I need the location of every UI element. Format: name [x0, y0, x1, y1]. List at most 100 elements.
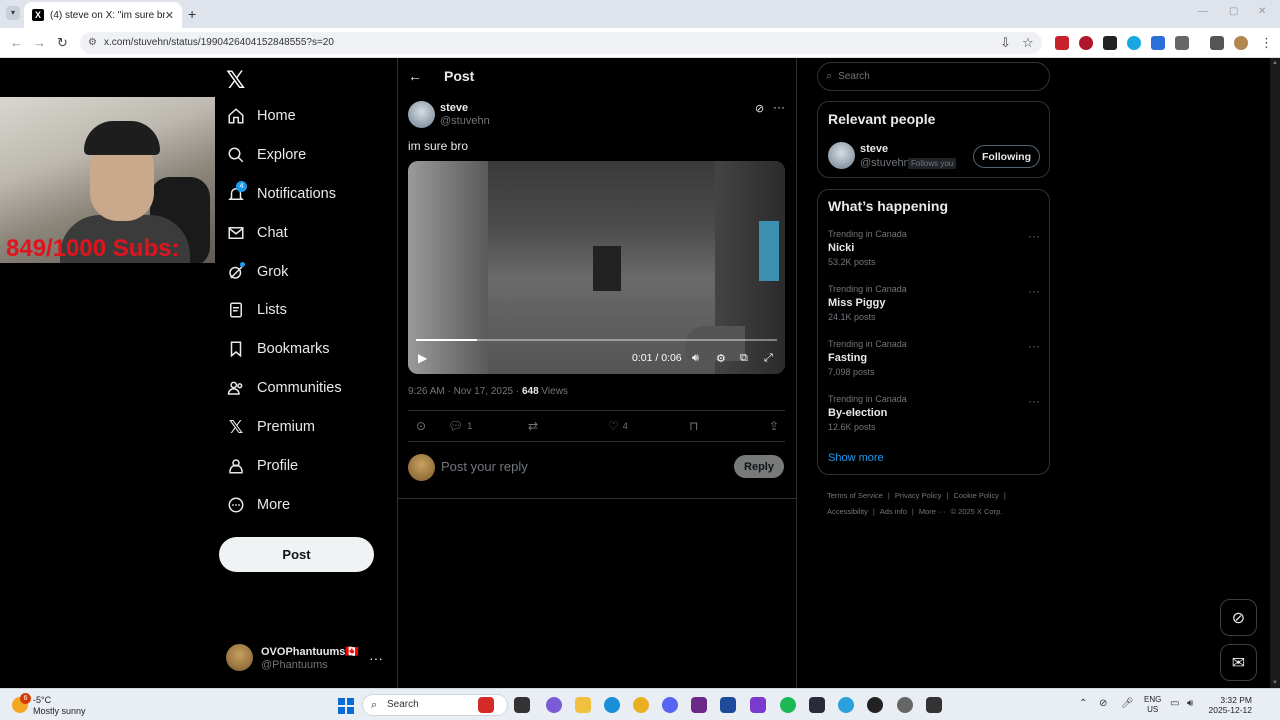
person-name[interactable]: steve	[860, 143, 888, 155]
clock[interactable]: 3:32 PM 2025-12-12	[1206, 695, 1252, 715]
bookmark-action-button[interactable]: ⊓	[689, 419, 698, 433]
install-icon[interactable]: ⇩	[1000, 35, 1011, 51]
volume-icon[interactable]: 🔊︎	[1187, 698, 1193, 709]
nav-premium[interactable]: 𝕏 Premium	[226, 412, 315, 442]
extension-icon[interactable]	[1079, 36, 1093, 50]
like-action-button[interactable]: ♡ 4	[608, 419, 628, 433]
nav-communities[interactable]: Communities	[226, 373, 342, 403]
mic-icon[interactable]: 🎤︎	[1121, 698, 1134, 709]
edge-icon[interactable]	[604, 697, 620, 713]
reading-list-icon[interactable]	[1210, 36, 1224, 50]
author-handle[interactable]: @stuvehn	[440, 115, 490, 127]
profile-avatar[interactable]	[1234, 36, 1248, 50]
browser-tab[interactable]: X (4) steve on X: "im sure bro htt ✕	[24, 2, 182, 28]
extension-icon[interactable]	[1127, 36, 1141, 50]
nav-explore[interactable]: Explore	[226, 140, 306, 170]
reload-icon[interactable]: ↻	[57, 35, 68, 51]
following-button[interactable]: Following	[973, 145, 1040, 168]
nav-notifications[interactable]: 4 Notifications	[226, 179, 336, 209]
chevron-up-icon[interactable]: ⌃	[1079, 698, 1087, 709]
language-indicator[interactable]: ENG US	[1144, 695, 1161, 715]
chrome-icon[interactable]	[633, 697, 649, 713]
footer-link[interactable]: Cookie Policy	[953, 491, 998, 500]
post-timestamp[interactable]: 9:26 AM · Nov 17, 2025 ·	[408, 386, 522, 397]
spotify-icon[interactable]	[780, 697, 796, 713]
more-dots-icon[interactable]: ···	[369, 650, 383, 666]
more-dots-icon[interactable]: ···	[1028, 339, 1040, 353]
nav-chat[interactable]: Chat	[226, 218, 288, 248]
app-icon[interactable]	[926, 697, 942, 713]
messages-fab-button[interactable]: ✉	[1220, 644, 1257, 681]
volume-icon[interactable]: 🔊︎	[692, 352, 699, 365]
new-tab-button[interactable]: +	[188, 6, 196, 22]
telegram-icon[interactable]	[838, 697, 854, 713]
more-dots-icon[interactable]: ···	[1028, 284, 1040, 298]
tab-search-button[interactable]: ▾	[6, 6, 20, 20]
avatar[interactable]	[828, 142, 855, 169]
close-window-button[interactable]: ✕	[1258, 6, 1266, 17]
account-switcher[interactable]: OVOPhantuums🇨🇦 @Phantuums ···	[226, 644, 386, 672]
nav-lists[interactable]: Lists	[226, 295, 287, 325]
person-handle[interactable]: @stuvehn	[860, 157, 910, 169]
nav-profile[interactable]: Profile	[226, 451, 298, 481]
nav-more[interactable]: More	[226, 490, 290, 520]
network-icon[interactable]: ⊘	[1099, 698, 1107, 709]
reply-action-button[interactable]: 💬︎ 1	[448, 419, 472, 433]
author-name[interactable]: steve	[440, 102, 468, 114]
share-action-button[interactable]: ⇪	[769, 419, 779, 433]
grok-icon[interactable]: ⊘	[755, 102, 764, 115]
discord-icon[interactable]	[662, 697, 678, 713]
extensions-puzzle-icon[interactable]	[1175, 36, 1189, 50]
trend-item[interactable]: Trending in Canada Fasting 7,098 posts ·…	[828, 339, 1040, 385]
nav-home[interactable]: Home	[226, 101, 296, 131]
grok-fab-button[interactable]: ⊘	[1220, 599, 1257, 636]
display-icon[interactable]: ▭	[1170, 698, 1179, 709]
pip-icon[interactable]: ⧉	[740, 352, 748, 365]
app-icon[interactable]	[720, 697, 736, 713]
reply-button[interactable]: Reply	[734, 455, 784, 478]
settings-gear-icon[interactable]	[897, 697, 913, 713]
footer-link[interactable]: More ···	[919, 507, 946, 516]
bookmark-star-icon[interactable]: ☆	[1022, 35, 1034, 51]
more-dots-icon[interactable]: ···	[773, 100, 785, 114]
search-input[interactable]: ⌕ Search	[817, 62, 1050, 91]
x-logo[interactable]: 𝕏	[226, 66, 245, 95]
back-icon[interactable]: ←	[10, 35, 23, 50]
task-view-icon[interactable]	[514, 697, 530, 713]
reply-input[interactable]: Post your reply	[441, 459, 528, 474]
extension-icon[interactable]	[1055, 36, 1069, 50]
repost-action-button[interactable]: ⇄	[528, 419, 538, 433]
show-more-link[interactable]: Show more	[828, 452, 884, 464]
scroll-up-icon[interactable]: ▲	[1272, 60, 1278, 66]
scrollbar[interactable]: ▲ ▼	[1270, 58, 1280, 688]
app-icon[interactable]	[809, 697, 825, 713]
fullscreen-icon[interactable]: ⤢	[764, 352, 773, 365]
more-dots-icon[interactable]: ···	[1028, 394, 1040, 408]
nav-bookmarks[interactable]: Bookmarks	[226, 334, 330, 364]
forward-icon[interactable]: →	[33, 35, 46, 50]
minimize-button[interactable]: —	[1198, 6, 1208, 17]
footer-link[interactable]: Terms of Service	[827, 491, 883, 500]
play-icon[interactable]: ▶	[418, 351, 427, 365]
video-progress-bar[interactable]	[416, 339, 777, 341]
post-button[interactable]: Post	[219, 537, 374, 572]
windows-start-icon[interactable]	[338, 698, 354, 714]
extension-icon[interactable]	[1151, 36, 1165, 50]
trend-item[interactable]: Trending in Canada By-election 12.6K pos…	[828, 394, 1040, 440]
trend-item[interactable]: Trending in Canada Nicki 53.2K posts ···	[828, 229, 1040, 275]
scroll-down-icon[interactable]: ▼	[1272, 680, 1278, 686]
obs-icon[interactable]	[867, 697, 883, 713]
back-arrow-icon[interactable]: ←	[408, 68, 422, 84]
view-analytics-button[interactable]: ⊙	[416, 419, 426, 433]
menu-kebab-icon[interactable]: ⋮	[1260, 35, 1273, 51]
trend-item[interactable]: Trending in Canada Miss Piggy 24.1K post…	[828, 284, 1040, 330]
site-info-icon[interactable]: ⚙	[88, 32, 97, 54]
nav-grok[interactable]: Grok	[226, 257, 288, 287]
footer-link[interactable]: Privacy Policy	[895, 491, 942, 500]
app-icon[interactable]	[750, 697, 766, 713]
video-player[interactable]: ▶ 0:01 / 0:06 🔊︎ ⚙ ⧉ ⤢	[408, 161, 785, 374]
more-dots-icon[interactable]: ···	[1028, 229, 1040, 243]
footer-link[interactable]: Accessibility	[827, 507, 868, 516]
file-explorer-icon[interactable]	[575, 697, 591, 713]
copilot-icon[interactable]	[546, 697, 562, 713]
